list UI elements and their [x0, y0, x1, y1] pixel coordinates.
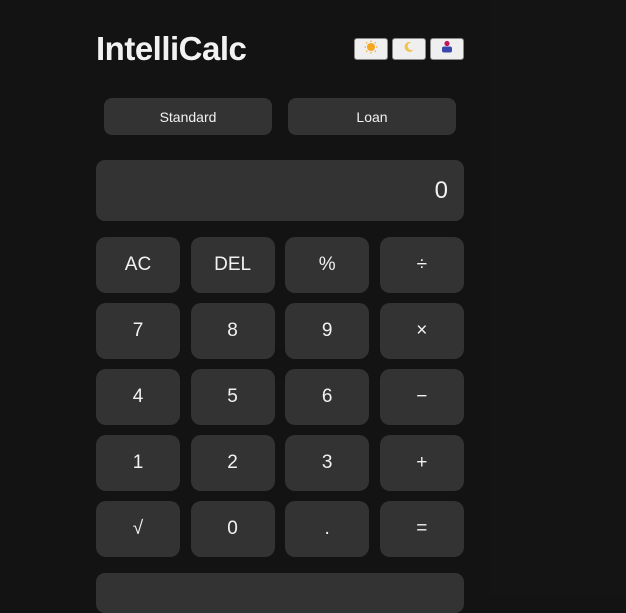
digit-5-button[interactable]: 5: [190, 369, 275, 425]
equals-button[interactable]: =: [379, 501, 464, 557]
theme-switcher: [354, 38, 464, 60]
keypad: AC DEL% ÷ 7 8 9 × 4 5 6− 1 2 3 + √ 0. =: [96, 237, 464, 557]
calculator-app: IntelliCalc Standard Loan 0 AC DEL % ÷ 7…: [96, 0, 464, 613]
digit-0-button[interactable]: 0: [190, 501, 275, 557]
mode-tabs: Standard Loan: [104, 98, 456, 135]
tab-standard[interactable]: Standard: [104, 98, 272, 135]
moon-icon: [403, 40, 415, 58]
decimal-button[interactable]: .: [285, 501, 370, 557]
right-pane: [490, 0, 626, 595]
digit-7-button[interactable]: 7: [96, 303, 180, 359]
digit-4-button[interactable]: 4: [96, 369, 180, 425]
digit-6-button[interactable]: 6: [285, 369, 370, 425]
digit-2-button[interactable]: 2: [190, 435, 275, 491]
digit-3-button[interactable]: 3: [285, 435, 370, 491]
sqrt-button[interactable]: √: [96, 501, 180, 557]
light-theme-button[interactable]: [354, 38, 388, 60]
subtract-button[interactable]: −: [379, 369, 464, 425]
delete-button[interactable]: DEL: [190, 237, 275, 293]
dark-theme-button[interactable]: [392, 38, 426, 60]
app-title: IntelliCalc: [96, 30, 247, 67]
calculator-display: 0: [96, 160, 464, 221]
bottom-panel: [96, 573, 464, 613]
contrast-theme-button[interactable]: [430, 38, 464, 60]
tab-loan[interactable]: Loan: [288, 98, 456, 135]
sun-icon: [364, 40, 378, 59]
digit-1-button[interactable]: 1: [96, 435, 180, 491]
digit-8-button[interactable]: 8: [190, 303, 275, 359]
contrast-icon: [441, 40, 453, 58]
add-button[interactable]: +: [379, 435, 464, 491]
percent-button[interactable]: %: [285, 237, 370, 293]
digit-9-button[interactable]: 9: [285, 303, 370, 359]
clear-all-button[interactable]: AC: [96, 237, 180, 293]
divide-button[interactable]: ÷: [379, 237, 464, 293]
multiply-button[interactable]: ×: [379, 303, 464, 359]
